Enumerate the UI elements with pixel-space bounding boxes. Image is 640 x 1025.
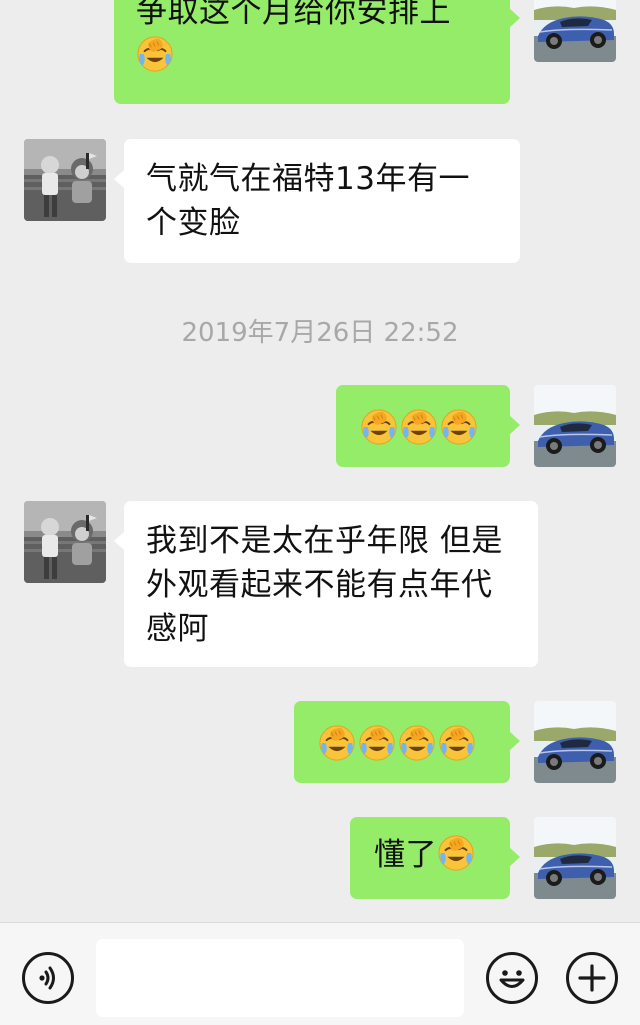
message-bubble-incoming[interactable]: 气就气在福特13年有一个变脸: [114, 139, 520, 263]
my-avatar[interactable]: [534, 817, 616, 899]
message-timestamp: 2019年7月26日 22:52: [181, 318, 459, 348]
face-palm-crying-emoji-icon: [360, 408, 398, 446]
face-palm-crying-emoji-icon: [440, 408, 478, 446]
message-text: 气就气在福特13年有一个变脸: [146, 161, 470, 241]
message-bubble-outgoing[interactable]: [336, 385, 520, 467]
voice-icon: [39, 966, 55, 990]
chat-message-list[interactable]: 争取这个月给你安排上 气就气在福特13年有一个变脸 2019年7月26日 22:…: [0, 0, 640, 922]
my-avatar[interactable]: [534, 385, 616, 467]
contact-avatar[interactable]: [24, 501, 106, 583]
smiley-icon: [499, 970, 525, 988]
face-palm-crying-emoji-icon: [136, 35, 174, 73]
message-bubble-outgoing[interactable]: 懂了: [350, 817, 520, 899]
message-text: 我到不是太在乎年限 但是外观看起来不能有点年代感阿: [146, 523, 503, 647]
face-palm-crying-emoji-icon: [358, 724, 396, 762]
chat-input-bar: [0, 922, 640, 1025]
message-bubble-incoming[interactable]: 我到不是太在乎年限 但是外观看起来不能有点年代感阿: [114, 501, 538, 667]
contact-avatar[interactable]: [24, 139, 106, 221]
face-palm-crying-emoji-icon: [438, 724, 476, 762]
voice-button[interactable]: [22, 952, 74, 1004]
message-input[interactable]: [96, 939, 464, 1017]
message-text: 懂了: [374, 837, 437, 873]
my-avatar[interactable]: [534, 0, 616, 62]
plus-icon: [578, 964, 606, 992]
my-avatar[interactable]: [534, 701, 616, 783]
emoji-button[interactable]: [486, 952, 538, 1004]
face-palm-crying-emoji-icon: [318, 724, 356, 762]
more-button[interactable]: [566, 952, 618, 1004]
message-bubble-outgoing[interactable]: [294, 701, 520, 783]
message-bubble-outgoing[interactable]: 争取这个月给你安排上: [114, 0, 520, 104]
message-text: 争取这个月给你安排上: [136, 0, 451, 30]
face-palm-crying-emoji-icon: [400, 408, 438, 446]
face-palm-crying-emoji-icon: [398, 724, 436, 762]
face-palm-crying-emoji-icon: [437, 834, 475, 872]
